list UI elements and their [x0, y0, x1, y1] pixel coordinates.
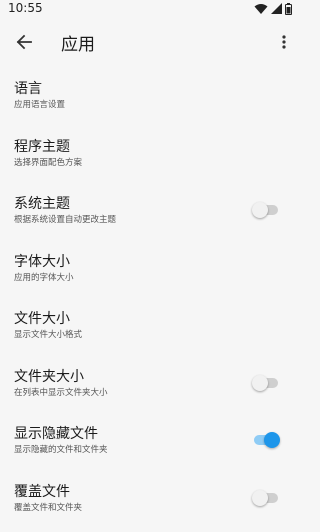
setting-title: 文件大小	[14, 308, 70, 328]
setting-app-theme[interactable]: 程序主题 选择界面配色方案	[0, 130, 300, 188]
cellular-signal-icon	[271, 3, 282, 15]
setting-title: 语言	[14, 78, 42, 98]
toggle-thumb	[252, 202, 268, 218]
arrow-left-icon	[16, 34, 32, 50]
setting-title: 覆盖文件	[14, 481, 70, 501]
setting-subtitle: 应用的字体大小	[14, 271, 74, 283]
setting-system-theme[interactable]: 系统主题 根据系统设置自动更改主题	[0, 187, 300, 245]
setting-title: 显示隐藏文件	[14, 423, 98, 443]
setting-subtitle: 显示隐藏的文件和文件夹	[14, 443, 108, 455]
more-vert-icon	[282, 35, 286, 49]
setting-title: 程序主题	[14, 136, 70, 156]
setting-subtitle: 覆盖文件和文件夹	[14, 501, 82, 513]
overwrite-files-toggle[interactable]	[252, 489, 278, 505]
status-bar: 10:55	[0, 0, 300, 18]
toggle-thumb	[252, 375, 268, 391]
more-options-button[interactable]	[274, 28, 294, 56]
setting-title: 系统主题	[14, 193, 70, 213]
setting-show-hidden-files[interactable]: 显示隐藏文件 显示隐藏的文件和文件夹	[0, 417, 300, 475]
battery-icon	[285, 3, 292, 15]
system-theme-toggle[interactable]	[252, 201, 278, 217]
setting-overwrite-files[interactable]: 覆盖文件 覆盖文件和文件夹	[0, 475, 300, 532]
setting-folder-size[interactable]: 文件夹大小 在列表中显示文件夹大小	[0, 360, 300, 418]
setting-subtitle: 根据系统设置自动更改主题	[14, 213, 116, 225]
app-bar: 应用	[0, 22, 300, 62]
page-title: 应用	[61, 30, 95, 55]
toggle-thumb	[264, 432, 280, 448]
setting-subtitle: 应用语言设置	[14, 98, 65, 110]
setting-subtitle: 选择界面配色方案	[14, 156, 82, 168]
setting-title: 字体大小	[14, 251, 70, 271]
setting-title: 文件夹大小	[14, 366, 84, 386]
settings-list: 语言 应用语言设置 程序主题 选择界面配色方案 系统主题 根据系统设置自动更改主…	[0, 72, 300, 532]
toggle-thumb	[252, 490, 268, 506]
setting-file-size[interactable]: 文件大小 显示文件大小格式	[0, 302, 300, 360]
setting-subtitle: 显示文件大小格式	[14, 328, 82, 340]
setting-language[interactable]: 语言 应用语言设置	[0, 72, 300, 130]
back-button[interactable]	[10, 28, 38, 56]
setting-font-size[interactable]: 字体大小 应用的字体大小	[0, 245, 300, 303]
folder-size-toggle[interactable]	[252, 374, 278, 390]
status-time: 10:55	[8, 1, 43, 15]
wifi-icon	[254, 3, 268, 15]
setting-subtitle: 在列表中显示文件夹大小	[14, 386, 108, 398]
status-icons	[254, 2, 292, 16]
show-hidden-files-toggle[interactable]	[252, 431, 278, 447]
